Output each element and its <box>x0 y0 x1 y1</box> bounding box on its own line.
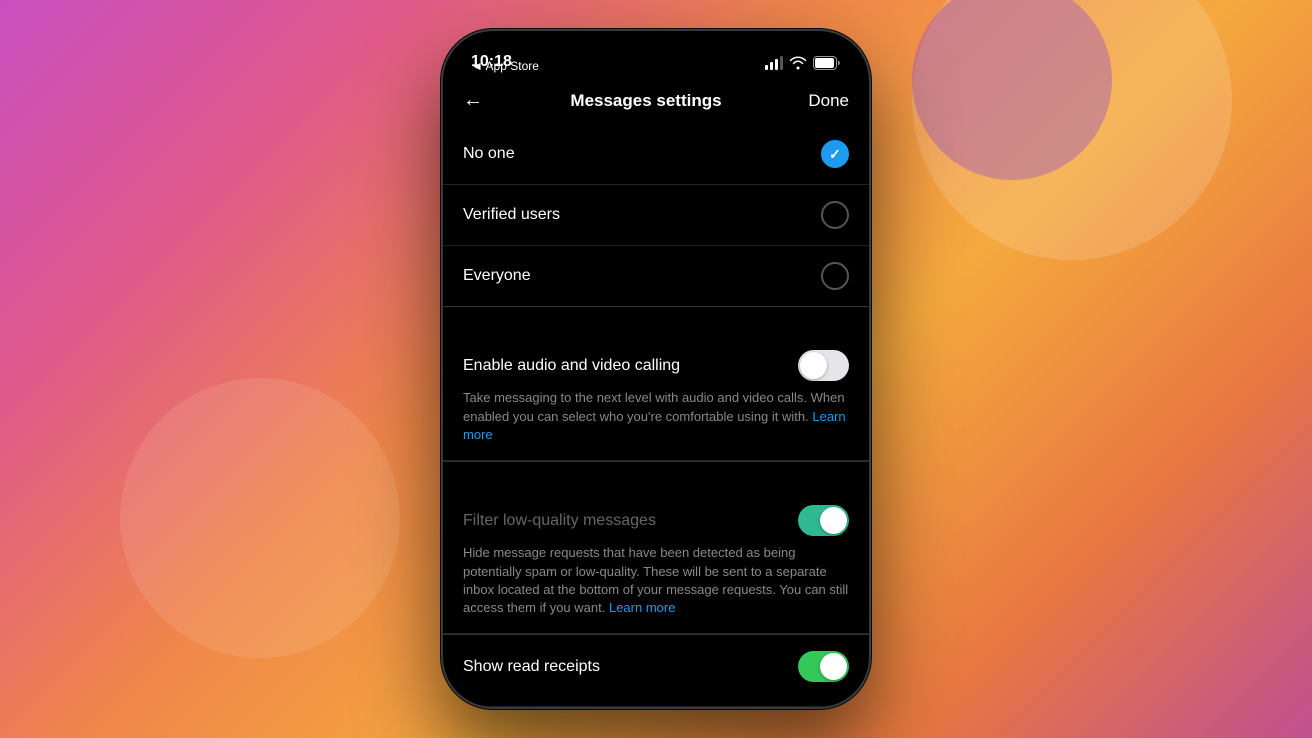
audio-video-label: Enable audio and video calling <box>463 357 798 375</box>
nav-title: Messages settings <box>570 91 721 111</box>
signal-bars-icon <box>765 56 783 70</box>
audio-video-description: Take messaging to the next level with au… <box>463 389 849 444</box>
wifi-icon <box>789 56 807 70</box>
read-receipts-row: Show read receipts <box>443 635 869 707</box>
everyone-row[interactable]: Everyone <box>443 246 869 306</box>
signal-bar-4 <box>780 56 783 70</box>
dynamic-island <box>596 41 716 75</box>
filter-description: Hide message requests that have been det… <box>463 544 849 617</box>
filter-header: Filter low-quality messages <box>463 505 849 536</box>
no-one-label: No one <box>463 145 515 163</box>
content-area: No one Verified users Everyone <box>443 124 869 707</box>
nav-bar: ← Messages settings Done <box>443 81 869 124</box>
verified-users-label: Verified users <box>463 206 560 224</box>
everyone-radio[interactable] <box>821 262 849 290</box>
section-gap-1 <box>443 307 869 334</box>
no-one-radio[interactable] <box>821 140 849 168</box>
filter-label: Filter low-quality messages <box>463 512 798 530</box>
signal-bar-2 <box>770 62 773 70</box>
status-left: 10:18 ◄ App Store <box>471 53 539 73</box>
filter-toggle[interactable] <box>798 505 849 536</box>
audio-video-header: Enable audio and video calling <box>463 350 849 381</box>
phone-screen: 10:18 ◄ App Store <box>443 31 869 707</box>
everyone-label: Everyone <box>463 267 531 285</box>
verified-users-row[interactable]: Verified users <box>443 185 869 246</box>
message-request-section: No one Verified users Everyone <box>443 124 869 306</box>
status-back-label[interactable]: ◄ App Store <box>471 59 539 73</box>
audio-video-desc-text: Take messaging to the next level with au… <box>463 390 845 423</box>
nav-back-button[interactable]: ← <box>463 89 503 112</box>
read-receipts-label: Show read receipts <box>463 658 798 676</box>
read-receipts-header: Show read receipts <box>463 651 849 682</box>
audio-video-toggle-knob <box>800 352 827 379</box>
status-icons <box>765 56 841 70</box>
battery-icon <box>813 56 841 70</box>
audio-video-toggle[interactable] <box>798 350 849 381</box>
bg-blob-2 <box>120 378 400 658</box>
filter-learn-more[interactable]: Learn more <box>609 600 675 615</box>
section-gap-2 <box>443 462 869 489</box>
phone-frame: 10:18 ◄ App Store <box>441 29 871 709</box>
nav-done-button[interactable]: Done <box>789 91 849 111</box>
read-receipts-toggle-knob <box>820 653 847 680</box>
no-one-row[interactable]: No one <box>443 124 869 185</box>
audio-video-row: Enable audio and video calling Take mess… <box>443 334 869 461</box>
read-receipts-toggle[interactable] <box>798 651 849 682</box>
phone-wrapper: 10:18 ◄ App Store <box>441 29 871 709</box>
filter-low-quality-row: Filter low-quality messages Hide message… <box>443 489 869 634</box>
verified-users-radio[interactable] <box>821 201 849 229</box>
signal-bar-1 <box>765 65 768 70</box>
signal-bar-3 <box>775 59 778 70</box>
filter-toggle-knob <box>820 507 847 534</box>
